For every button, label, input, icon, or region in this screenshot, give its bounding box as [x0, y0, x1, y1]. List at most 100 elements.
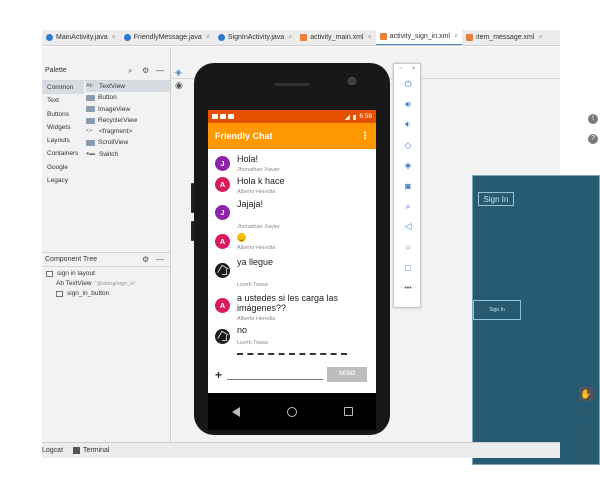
home-icon[interactable]: ○: [394, 237, 422, 257]
zoom-icon[interactable]: ⌕: [394, 196, 422, 216]
message-author: Lizeth Toasa: [237, 282, 268, 288]
search-icon[interactable]: ⌕: [128, 66, 132, 76]
palette-item-switch[interactable]: ●▬ Switch: [86, 149, 170, 160]
zoom-fit-button[interactable]: ☐: [579, 451, 593, 465]
close-icon[interactable]: ×: [412, 64, 416, 74]
message-text: no: [237, 325, 248, 335]
tab-activity-main-xml[interactable]: activity_main.xml ×: [296, 30, 375, 45]
rotate-right-icon[interactable]: ◈: [394, 156, 422, 176]
xml-file-icon: [300, 34, 308, 41]
back-icon[interactable]: ◁: [394, 217, 422, 237]
app-title: Friendly Chat: [215, 131, 273, 141]
xml-file-icon: [466, 34, 474, 41]
message-list[interactable]: J Hola! Jhonathan Xavier A Hola k hace A…: [208, 149, 376, 359]
camera-icon[interactable]: ◙: [394, 176, 422, 196]
right-sidebar: ! ?: [586, 111, 600, 151]
palette-category[interactable]: Text: [42, 94, 84, 107]
volume-down-icon[interactable]: 🔉︎: [394, 115, 422, 135]
overflow-menu-icon[interactable]: ⋮: [360, 131, 370, 142]
palette-category[interactable]: Widgets: [42, 121, 84, 134]
palette-item-fragment[interactable]: <> <fragment>: [86, 126, 170, 137]
back-icon[interactable]: [231, 406, 240, 417]
message-author: Alberto Heredia: [237, 189, 276, 195]
button-icon: [86, 94, 95, 101]
tree-row-label: Ab TextView: [56, 280, 92, 287]
layers-icon[interactable]: ◈: [175, 67, 182, 78]
tree-row-sign-in-button[interactable]: sign_in_button: [42, 289, 170, 299]
palette-category[interactable]: Buttons: [42, 108, 84, 121]
palette-category[interactable]: Layouts: [42, 134, 84, 147]
zoom-actual-button[interactable]: 1:1: [579, 435, 593, 449]
palette-item-button[interactable]: Button: [86, 92, 170, 103]
tree-row-layout[interactable]: sign in layout: [42, 269, 170, 279]
rotate-left-icon[interactable]: ◇: [394, 135, 422, 155]
message-text: Hola!: [237, 154, 259, 164]
palette-category[interactable]: Google: [42, 161, 84, 174]
close-tab-icon[interactable]: ×: [288, 34, 292, 41]
avatar: A: [215, 234, 230, 249]
tree-row-textview[interactable]: Ab TextView "@string/sign_in": [42, 279, 170, 289]
send-button[interactable]: SEND: [327, 367, 367, 382]
minimize-icon[interactable]: —: [156, 253, 164, 267]
palette-item-textview[interactable]: Ab TextView: [86, 81, 170, 93]
tab-activity-sign-in-xml[interactable]: activity_sign_in.xml ×: [375, 30, 463, 45]
avatar: A: [215, 177, 230, 192]
eye-icon[interactable]: ◉: [175, 80, 183, 91]
avatar: A: [215, 298, 230, 313]
gear-icon[interactable]: ⚙: [142, 253, 149, 267]
tab-label: activity_sign_in.xml: [389, 33, 450, 40]
close-tab-icon[interactable]: ×: [206, 34, 210, 41]
palette-item-recyclerview[interactable]: RecyclerView: [86, 115, 170, 126]
tab-item-message-xml[interactable]: item_message.xml ×: [462, 30, 546, 45]
minimize-icon[interactable]: −: [399, 64, 403, 74]
terminal-tab[interactable]: Terminal: [73, 447, 109, 454]
side-button: [191, 221, 194, 241]
message-text: Hola k hace: [237, 176, 285, 186]
blueprint-sign-in-text[interactable]: Sign In: [478, 192, 514, 206]
help-icon[interactable]: ?: [588, 134, 598, 144]
notification-icon: [220, 114, 226, 119]
minimize-icon[interactable]: —: [156, 66, 164, 75]
zoom-in-button[interactable]: +: [579, 403, 593, 417]
panel-divider[interactable]: [170, 47, 171, 442]
tab-main-activity[interactable]: MainActivity.java ×: [42, 30, 120, 45]
layout-icon: [46, 271, 53, 277]
java-file-icon: [123, 34, 131, 41]
close-tab-icon[interactable]: ×: [454, 33, 458, 40]
button-icon: [56, 291, 63, 297]
warning-icon[interactable]: !: [588, 114, 598, 124]
add-image-button[interactable]: +: [215, 368, 222, 382]
zoom-out-button[interactable]: −: [579, 419, 593, 433]
close-tab-icon[interactable]: ×: [538, 34, 542, 41]
gear-icon[interactable]: ⚙: [142, 66, 149, 75]
overview-icon[interactable]: □: [394, 258, 422, 278]
code-icon: <>: [86, 128, 93, 135]
status-time: 6:58: [359, 113, 372, 120]
palette-title: Palette: [45, 67, 67, 74]
status-bar: ◢ ▮ 6:58: [208, 110, 376, 123]
emulator-controls-header: − ×: [394, 64, 420, 74]
logcat-tab[interactable]: Logcat: [42, 447, 63, 454]
pan-icon[interactable]: ✋: [579, 387, 593, 401]
palette-item-label: Switch: [99, 150, 119, 158]
close-tab-icon[interactable]: ×: [112, 34, 116, 41]
close-tab-icon[interactable]: ×: [368, 34, 372, 41]
tab-friendly-message[interactable]: FriendlyMessage.java ×: [120, 30, 214, 45]
power-icon[interactable]: ⏻: [394, 74, 422, 94]
emulator-controls: − × ⏻ 🔊︎ 🔉︎ ◇ ◈ ◙ ⌕ ◁ ○ □ •••: [393, 63, 421, 308]
more-icon[interactable]: •••: [394, 278, 422, 298]
blueprint-sign-in-button[interactable]: Sign In: [473, 300, 521, 320]
palette-item-scrollview[interactable]: ScrollView: [86, 137, 170, 148]
message-author: Jhonathan Xavier: [237, 224, 280, 230]
volume-up-icon[interactable]: 🔊︎: [394, 94, 422, 114]
tree-row-hint: "@string/sign_in": [94, 281, 137, 287]
recents-icon[interactable]: [343, 407, 353, 416]
signal-icon: ◢: [344, 113, 350, 121]
palette-item-imageview[interactable]: ImageView: [86, 104, 170, 115]
front-camera: [348, 77, 356, 85]
palette-category[interactable]: Common: [42, 81, 84, 95]
palette-category[interactable]: Legacy: [42, 174, 84, 187]
home-icon[interactable]: [286, 406, 297, 417]
palette-category[interactable]: Containers: [42, 147, 84, 160]
tab-sign-in-activity[interactable]: SignInActivity.java ×: [214, 30, 296, 45]
